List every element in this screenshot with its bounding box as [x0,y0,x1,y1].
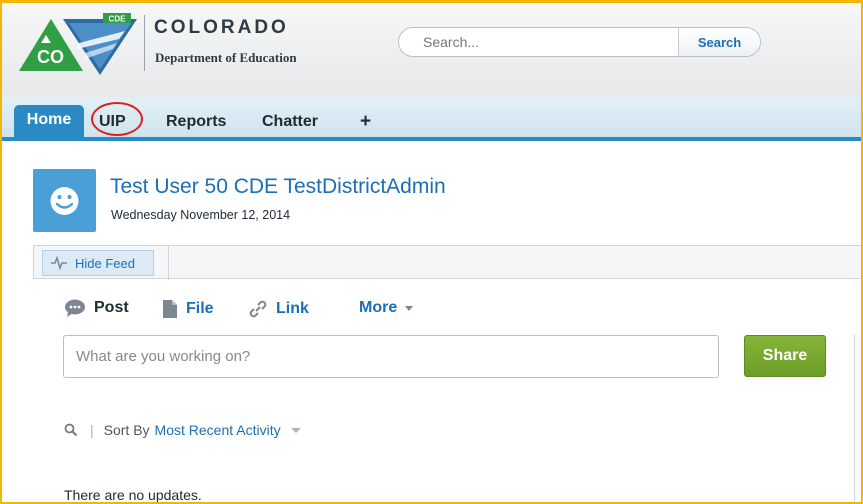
empty-feed-message: There are no updates. [64,487,202,503]
user-name-link[interactable]: Test User 50 CDE TestDistrictAdmin [110,175,446,199]
chevron-down-icon[interactable] [290,427,301,433]
link-label: Link [276,300,309,317]
feed-toolbar: Hide Feed [33,245,861,280]
link-action[interactable]: Link [248,299,309,319]
sort-by-label: Sort By [103,422,150,438]
pulse-icon [51,256,67,270]
sort-dropdown[interactable]: Most Recent Activity [155,422,281,438]
sort-bar: | Sort By Most Recent Activity [64,420,301,440]
speech-bubble-icon [65,299,85,317]
site-header: CDE CO COLORADO Department of Education … [2,3,861,97]
logo-badge-text: CDE [109,15,127,24]
more-label: More [359,299,398,316]
more-action[interactable]: More [359,299,415,317]
hide-feed-label: Hide Feed [75,255,135,271]
chevron-down-icon [405,306,414,311]
screenshot-frame: CDE CO COLORADO Department of Education … [0,0,863,504]
search-button[interactable]: Search [678,28,760,56]
right-sidebar-edge [854,335,861,502]
org-subtitle: Department of Education [155,50,297,65]
cde-logo-icon[interactable]: CDE CO [19,13,137,77]
org-name: COLORADO [154,17,289,38]
search-icon[interactable] [64,423,78,437]
plus-icon[interactable]: + [360,107,371,137]
logo-divider [144,15,145,71]
logo-short-text: CO [37,47,64,67]
toolbar-divider [168,246,169,280]
post-action[interactable]: Post [64,299,129,317]
hide-feed-button[interactable]: Hide Feed [42,250,154,276]
publisher-input[interactable] [63,335,719,378]
file-action[interactable]: File [162,299,214,319]
tab-home[interactable]: Home [14,105,84,137]
user-date: Wednesday November 12, 2014 [111,208,291,222]
tab-chatter[interactable]: Chatter [262,107,318,137]
tab-reports[interactable]: Reports [166,107,226,137]
post-label: Post [94,299,129,316]
smiley-face-icon [50,187,79,215]
search-box: Search [398,27,761,57]
chain-link-icon [249,300,267,318]
file-icon [163,300,177,318]
share-button[interactable]: Share [744,335,826,377]
file-label: File [186,300,214,317]
search-input[interactable] [399,28,678,56]
avatar[interactable] [33,169,96,232]
sort-divider: | [90,422,94,438]
main-content: Test User 50 CDE TestDistrictAdmin Wedne… [2,145,861,503]
uip-highlight-circle [91,102,143,136]
